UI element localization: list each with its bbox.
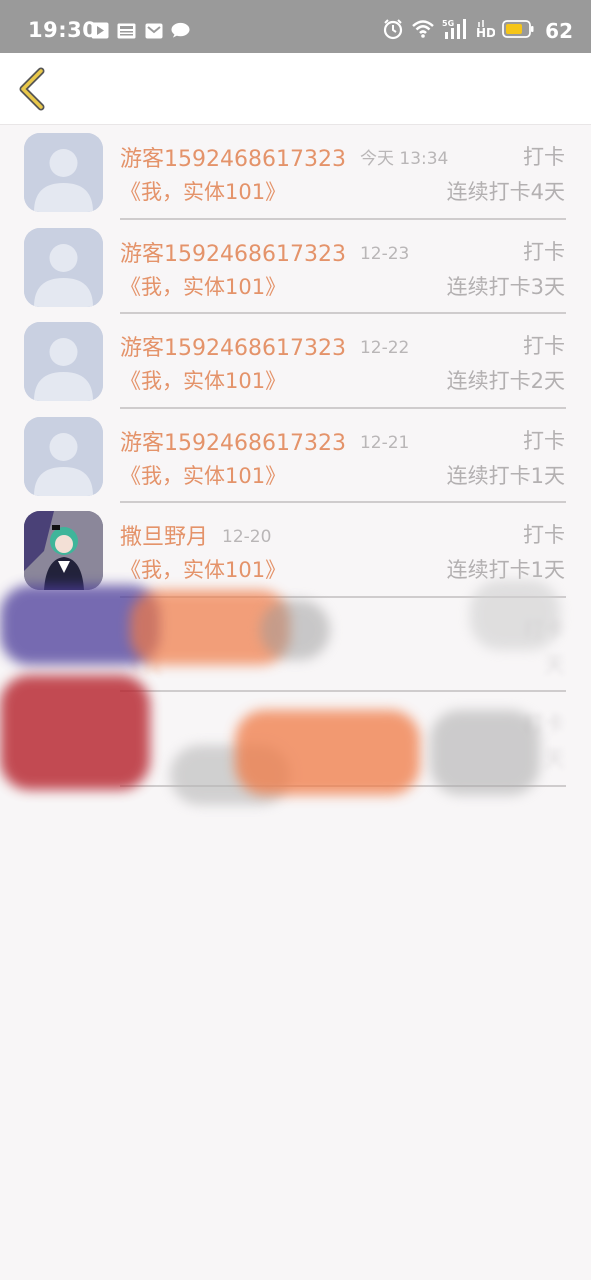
user-name: 游客1592468617323 (120, 430, 346, 456)
action-label: 打卡 (523, 334, 565, 358)
list-item[interactable]: 游客1592468617323 今天 13:34 打卡 《我，实体101》 连续打… (0, 125, 591, 220)
checkin-date: 12-23 (359, 243, 410, 264)
notification-icons (90, 22, 190, 39)
avatar (24, 133, 103, 212)
avatar (24, 227, 103, 307)
book-title: 《我，实体101》 (120, 369, 287, 393)
svg-text:HD: HD (476, 26, 495, 40)
battery-percent: 62 (545, 19, 573, 43)
list-item[interactable]: 游客1592468617323 12-22 打卡 《我，实体101》 连续打卡2天 (0, 314, 591, 409)
list-item[interactable]: 游客1592468617323 12-23 打卡 《我，实体101》 连续打卡3天 (0, 220, 591, 314)
5g-signal-icon: 5G (442, 18, 468, 44)
chat-bubble-icon (171, 22, 190, 39)
streak-text: 连续打卡3天 (446, 274, 565, 299)
system-icons: 5G HD 62 (382, 18, 573, 44)
alarm-icon (382, 18, 404, 44)
hd-icon: HD (475, 18, 496, 44)
avatar (24, 416, 103, 496)
list-item[interactable]: 游客1592468617323 12-21 打卡 《我，实体101》 连续打卡1天 (0, 409, 591, 503)
svg-text:5G: 5G (442, 19, 454, 28)
action-label: 打卡 (523, 428, 565, 453)
streak-text: 连续打卡1天 (446, 463, 565, 488)
checkin-date: 12-22 (359, 338, 410, 358)
news-icon (117, 22, 136, 39)
book-title: 《我，实体101》 (120, 274, 287, 299)
user-name: 游客1592468617323 (120, 241, 346, 267)
top-app-bar (0, 53, 591, 125)
play-store-icon (90, 22, 109, 39)
action-label: 打卡 (523, 239, 565, 264)
user-name: 游客1592468617323 (120, 336, 346, 361)
user-name: 撒旦野月 (120, 525, 209, 550)
book-title: 《我，实体101》 (120, 180, 287, 204)
mail-icon (144, 22, 163, 39)
streak-text: 天 (544, 652, 565, 677)
checkin-date: 今天 13:34 (359, 149, 449, 169)
streak-text: 连续打卡4天 (446, 180, 565, 204)
wifi-icon (411, 19, 435, 43)
status-time: 19:30 (28, 18, 98, 42)
action-label: 打卡 (523, 523, 565, 547)
streak-text: 天 (544, 747, 565, 771)
checkin-date: 12-21 (359, 432, 410, 453)
streak-text: 连续打卡2天 (446, 369, 565, 393)
battery-icon (502, 20, 534, 42)
book-title: 《我，实体101》 (120, 558, 287, 582)
user-name: 游客1592468617323 (120, 147, 346, 172)
chevron-left-icon (19, 67, 45, 111)
avatar (24, 322, 103, 401)
back-button[interactable] (14, 67, 50, 111)
checkin-date: 12-20 (222, 527, 272, 547)
status-bar: 19:30 5G HD 62 (0, 0, 591, 53)
action-label: 打卡 (523, 145, 565, 169)
book-title: 《我，实体101》 (120, 463, 287, 488)
avatar (24, 511, 103, 590)
